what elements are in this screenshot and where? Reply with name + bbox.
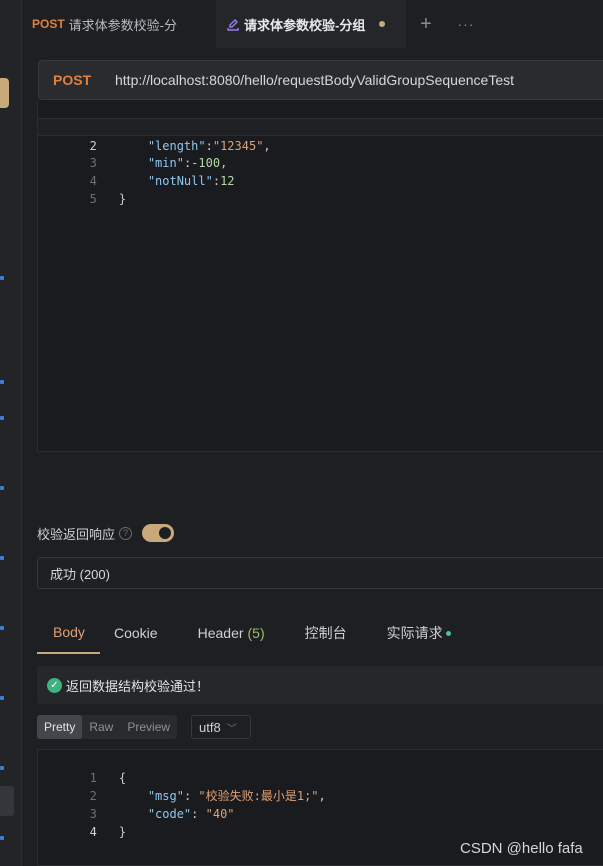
watermark-text: CSDN @hello fafa	[460, 840, 583, 857]
validation-toggle[interactable]	[142, 524, 175, 542]
format-toggle-group: Pretty Raw Preview	[37, 715, 178, 739]
response-status-select[interactable]: 成功 (200)	[37, 557, 603, 589]
sidebar-item-dot[interactable]	[0, 416, 4, 420]
unsaved-dot-icon	[379, 21, 386, 27]
code-line: 3 "min":-100,	[38, 136, 603, 170]
code-text: }	[118, 825, 127, 839]
status-select-value: 成功 (200)	[50, 566, 110, 582]
chevron-down-icon: ﹀	[226, 723, 237, 735]
tab-header[interactable]: Header (5)	[172, 612, 279, 654]
sidebar-item-dot[interactable]	[0, 696, 4, 700]
sidebar-item-dot[interactable]	[0, 766, 4, 770]
code-text: }	[118, 192, 127, 206]
preview-button[interactable]: Preview	[120, 715, 177, 739]
sidebar-item-dot[interactable]	[0, 486, 4, 490]
response-tabs: Body Cookie Header (5) 控制台 实际请求	[37, 612, 465, 654]
status-dot-icon	[445, 630, 451, 636]
validation-label: 校验返回响应	[37, 526, 116, 542]
tab-console[interactable]: 控制台	[279, 612, 361, 654]
tab-actual-label: 实际请求	[386, 625, 443, 641]
raw-button[interactable]: Raw	[82, 715, 120, 739]
validation-success-banner: ✓ 返回数据结构校验通过！	[37, 666, 603, 704]
success-message: 返回数据结构校验通过！	[66, 678, 210, 694]
url-bar[interactable]: POST http://localhost:8080/hello/request…	[38, 60, 603, 100]
sidebar-item-dot[interactable]	[0, 836, 4, 840]
code-line: 4}	[38, 805, 603, 839]
pretty-button[interactable]: Pretty	[37, 715, 83, 739]
encoding-value: utf8	[199, 719, 221, 735]
line-number: 4	[89, 825, 97, 839]
code-line: 2 "msg": "校验失败:最小是1;",	[38, 769, 603, 803]
code-line-current: 2 "length":"12345",	[38, 118, 603, 153]
method-select[interactable]: POST	[39, 72, 115, 88]
tab-bar: POST 请求体参数校验-分 请求体参数校验-分组 + ···	[22, 0, 603, 48]
tab-request-active[interactable]: 请求体参数校验-分组	[216, 0, 406, 48]
tab-body[interactable]: Body	[37, 612, 100, 654]
sidebar-item-dot[interactable]	[0, 380, 4, 384]
edit-request-icon	[226, 17, 240, 31]
sidebar-selected-item[interactable]	[0, 786, 14, 816]
header-count-badge: (5)	[247, 625, 265, 641]
validation-row: 校验返回响应 ?	[37, 522, 175, 544]
tab-actual-request[interactable]: 实际请求	[361, 612, 465, 654]
tab-title: 请求体参数校验-分	[68, 17, 178, 33]
code-line: 4 "notNull":12	[38, 154, 603, 188]
tab-cookie[interactable]: Cookie	[100, 612, 172, 654]
code-line: 1{	[38, 751, 603, 785]
add-tab-button[interactable]: +	[406, 13, 446, 36]
help-icon[interactable]: ?	[119, 526, 133, 540]
tab-method-label: POST	[32, 17, 65, 31]
code-line: 5}	[38, 172, 603, 206]
toggle-knob	[159, 527, 172, 539]
more-icon[interactable]: ···	[446, 16, 486, 32]
tab-title: 请求体参数校验-分组	[244, 17, 366, 33]
line-number: 5	[89, 192, 97, 206]
sidebar-active-marker[interactable]	[0, 78, 9, 108]
tab-request-inactive[interactable]: POST 请求体参数校验-分	[22, 0, 216, 48]
encoding-select[interactable]: utf8 ﹀	[191, 715, 251, 739]
tab-header-label: Header	[197, 625, 244, 641]
url-input[interactable]: http://localhost:8080/hello/requestBodyV…	[115, 72, 514, 88]
code-line: 3 "code": "40"	[38, 787, 603, 821]
request-body-editor[interactable]: 1{ 2 "length":"12345", 3 "min":-100, 4 "…	[37, 100, 603, 452]
code-line: 1{	[38, 100, 603, 134]
sidebar-item-dot[interactable]	[0, 276, 4, 280]
left-sidebar	[0, 0, 22, 866]
check-circle-icon: ✓	[47, 677, 62, 693]
sidebar-item-dot[interactable]	[0, 626, 4, 630]
sidebar-item-dot[interactable]	[0, 556, 4, 560]
